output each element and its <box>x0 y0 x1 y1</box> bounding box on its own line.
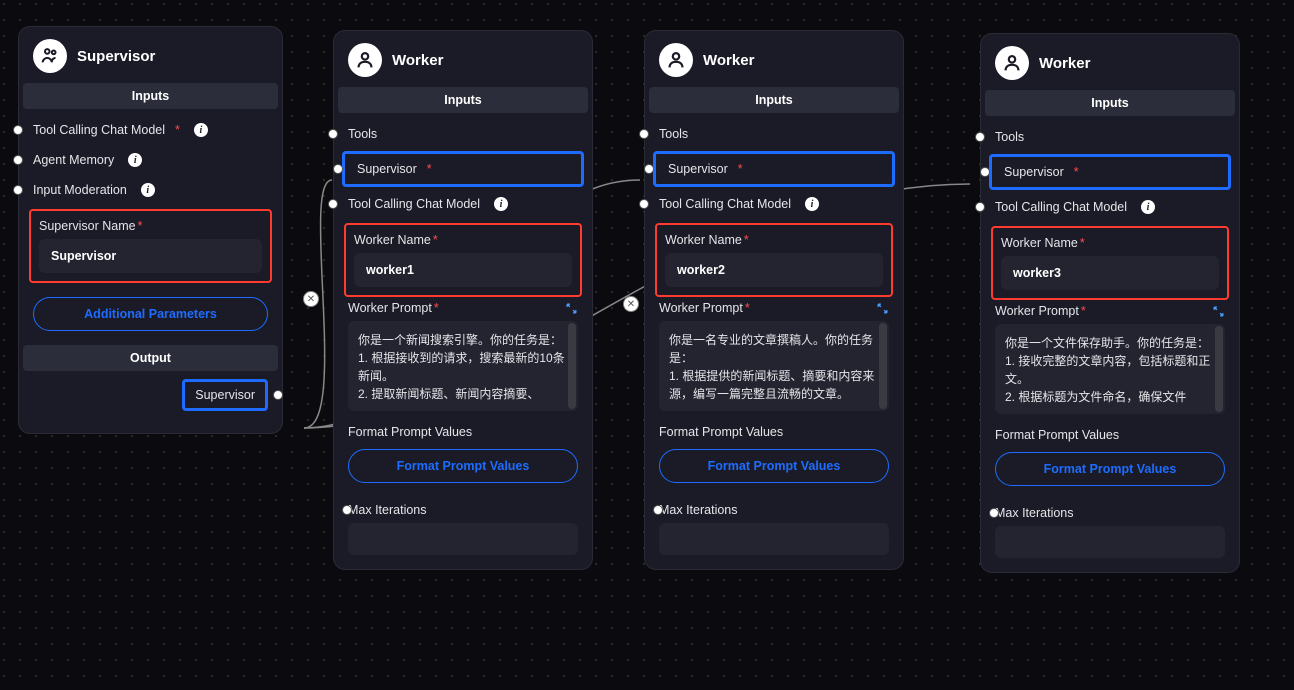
max-iterations-label: Max Iterations <box>348 503 578 517</box>
port-icon[interactable] <box>639 199 649 209</box>
worker-name-input[interactable] <box>1001 256 1219 290</box>
port-icon[interactable] <box>328 199 338 209</box>
port-icon[interactable] <box>342 505 352 515</box>
format-values-label: Format Prompt Values <box>659 425 889 439</box>
input-tools[interactable]: Tools <box>981 122 1239 152</box>
supervisor-name-input[interactable] <box>39 239 262 273</box>
flow-canvas[interactable]: Supervisor Inputs Tool Calling Chat Mode… <box>0 0 1294 690</box>
max-iterations-label: Max Iterations <box>995 506 1225 520</box>
input-supervisor-highlight: Supervisor* <box>342 151 584 187</box>
node-title: Supervisor <box>77 48 155 65</box>
input-tools[interactable]: Tools <box>334 119 592 149</box>
worker-name-field: Worker Name* <box>344 223 582 297</box>
worker-prompt-textarea[interactable]: 你是一个文件保存助手。你的任务是： 1. 接收完整的文章内容，包括标题和正文。 … <box>995 324 1225 414</box>
format-prompt-button[interactable]: Format Prompt Values <box>995 452 1225 486</box>
port-icon[interactable] <box>13 155 23 165</box>
info-icon[interactable]: i <box>141 183 155 197</box>
port-icon[interactable] <box>333 164 343 174</box>
node-title: Worker <box>1039 55 1090 72</box>
input-moderation[interactable]: Input Moderation i <box>19 175 282 205</box>
node-title: Worker <box>392 52 443 69</box>
inputs-header: Inputs <box>23 83 278 109</box>
input-tool-calling-model[interactable]: Tool Calling Chat Model* i <box>19 115 282 145</box>
worker-prompt-block: Worker Prompt* 你是一名专业的文章撰稿人。你的任务是： 1. 根据… <box>659 301 889 411</box>
input-supervisor[interactable]: Supervisor* <box>662 158 886 180</box>
max-iterations-input[interactable] <box>348 523 578 555</box>
port-icon[interactable] <box>13 185 23 195</box>
worker-icon <box>995 46 1029 80</box>
port-icon[interactable] <box>328 129 338 139</box>
node-header: Worker <box>981 34 1239 90</box>
inputs-header: Inputs <box>985 90 1235 116</box>
max-iterations-input[interactable] <box>659 523 889 555</box>
expand-icon[interactable] <box>564 301 578 315</box>
input-tools[interactable]: Tools <box>645 119 903 149</box>
worker-name-input[interactable] <box>665 253 883 287</box>
worker-prompt-textarea[interactable]: 你是一个新闻搜索引擎。你的任务是： 1. 根据接收到的请求，搜索最新的10条新闻… <box>348 321 578 411</box>
port-icon[interactable] <box>644 164 654 174</box>
input-supervisor[interactable]: Supervisor* <box>351 158 575 180</box>
edge-delete-button[interactable]: ✕ <box>303 291 319 307</box>
input-supervisor-highlight: Supervisor* <box>989 154 1231 190</box>
node-title: Worker <box>703 52 754 69</box>
format-prompt-button[interactable]: Format Prompt Values <box>348 449 578 483</box>
output-supervisor[interactable]: Supervisor <box>182 379 268 411</box>
format-values-label: Format Prompt Values <box>348 425 578 439</box>
port-icon[interactable] <box>639 129 649 139</box>
node-supervisor[interactable]: Supervisor Inputs Tool Calling Chat Mode… <box>18 26 283 434</box>
worker-prompt-block: Worker Prompt* 你是一个文件保存助手。你的任务是： 1. 接收完整… <box>995 304 1225 414</box>
port-icon[interactable] <box>975 132 985 142</box>
input-tool-calling-model[interactable]: Tool Calling Chat Model i <box>981 192 1239 222</box>
input-agent-memory[interactable]: Agent Memory i <box>19 145 282 175</box>
info-icon[interactable]: i <box>194 123 208 137</box>
port-icon[interactable] <box>980 167 990 177</box>
info-icon[interactable]: i <box>1141 200 1155 214</box>
info-icon[interactable]: i <box>805 197 819 211</box>
port-icon[interactable] <box>653 505 663 515</box>
worker-name-field: Worker Name* <box>991 226 1229 300</box>
input-supervisor-highlight: Supervisor* <box>653 151 895 187</box>
info-icon[interactable]: i <box>128 153 142 167</box>
expand-icon[interactable] <box>1211 304 1225 318</box>
additional-params-button[interactable]: Additional Parameters <box>33 297 268 331</box>
input-tool-calling-model[interactable]: Tool Calling Chat Model i <box>334 189 592 219</box>
format-prompt-button[interactable]: Format Prompt Values <box>659 449 889 483</box>
node-header: Supervisor <box>19 27 282 83</box>
max-iterations-input[interactable] <box>995 526 1225 558</box>
worker-icon <box>659 43 693 77</box>
node-header: Worker <box>334 31 592 87</box>
edge-delete-button[interactable]: ✕ <box>623 296 639 312</box>
inputs-header: Inputs <box>649 87 899 113</box>
input-supervisor[interactable]: Supervisor* <box>998 161 1222 183</box>
worker-icon <box>348 43 382 77</box>
output-header: Output <box>23 345 278 371</box>
worker-name-input[interactable] <box>354 253 572 287</box>
port-icon[interactable] <box>13 125 23 135</box>
node-worker-2[interactable]: Worker Inputs Tools Supervisor* Tool Cal… <box>644 30 904 570</box>
worker-prompt-textarea[interactable]: 你是一名专业的文章撰稿人。你的任务是： 1. 根据提供的新闻标题、摘要和内容来源… <box>659 321 889 411</box>
node-worker-3[interactable]: Worker Inputs Tools Supervisor* Tool Cal… <box>980 33 1240 573</box>
node-worker-1[interactable]: Worker Inputs Tools Supervisor* Tool Cal… <box>333 30 593 570</box>
inputs-header: Inputs <box>338 87 588 113</box>
worker-name-field: Worker Name* <box>655 223 893 297</box>
port-icon[interactable] <box>975 202 985 212</box>
max-iterations-label: Max Iterations <box>659 503 889 517</box>
port-icon[interactable] <box>273 390 283 400</box>
format-values-label: Format Prompt Values <box>995 428 1225 442</box>
info-icon[interactable]: i <box>494 197 508 211</box>
input-tool-calling-model[interactable]: Tool Calling Chat Model i <box>645 189 903 219</box>
port-icon[interactable] <box>989 508 999 518</box>
output-row: Supervisor <box>19 371 282 419</box>
supervisor-name-field: Supervisor Name* <box>29 209 272 283</box>
supervisor-icon <box>33 39 67 73</box>
worker-prompt-block: Worker Prompt* 你是一个新闻搜索引擎。你的任务是： 1. 根据接收… <box>348 301 578 411</box>
expand-icon[interactable] <box>875 301 889 315</box>
node-header: Worker <box>645 31 903 87</box>
